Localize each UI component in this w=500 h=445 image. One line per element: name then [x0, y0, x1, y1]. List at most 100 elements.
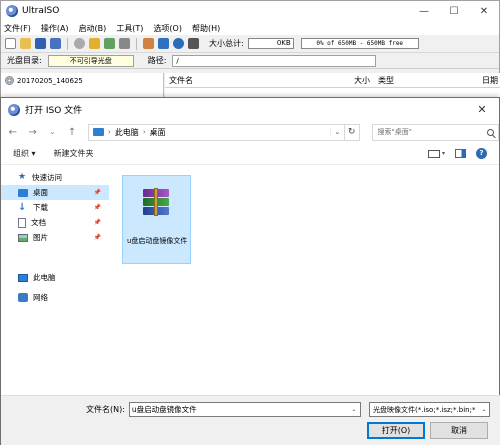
- back-arrow-icon[interactable]: ←: [7, 127, 19, 138]
- chevron-down-icon[interactable]: ▾: [442, 150, 445, 157]
- file-item[interactable]: u盘启动盘镜像文件: [122, 175, 191, 264]
- nav-item-desktop[interactable]: 桌面 📌: [1, 185, 109, 200]
- dialog-title: 打开 ISO 文件: [25, 106, 83, 116]
- ultraiso-logo-icon: [8, 103, 20, 116]
- filetype-select[interactable]: 光盘映像文件(*.iso;*.isz;*.bin;* ⌄: [369, 402, 490, 417]
- cd-directory-bar: 光盘目录: 不可引导光盘 路径: /: [1, 53, 499, 69]
- chevron-down-icon[interactable]: ⌄: [479, 406, 489, 413]
- menu-file[interactable]: 文件(F): [4, 23, 31, 34]
- recent-locations-icon[interactable]: ⌄: [47, 128, 59, 136]
- open-icon[interactable]: [20, 38, 31, 49]
- view-controls: ▾ ?: [427, 148, 499, 159]
- breadcrumb-this-pc[interactable]: 此电脑: [115, 127, 139, 138]
- dialog-title-bar: 打开 ISO 文件 ✕: [1, 98, 499, 121]
- help-icon[interactable]: [173, 38, 184, 49]
- cd-directory-label: 光盘目录:: [7, 56, 42, 65]
- burn-icon[interactable]: [119, 38, 130, 49]
- minimize-icon[interactable]: —: [409, 6, 439, 17]
- chevron-down-icon[interactable]: ⌄: [348, 406, 360, 413]
- close-icon[interactable]: ✕: [465, 103, 499, 116]
- tree-node-root[interactable]: 20170205_140625: [1, 73, 163, 88]
- command-bar: 组织 ▾ 新建文件夹 ▾ ?: [1, 143, 499, 165]
- cd-drive-icon[interactable]: [74, 38, 85, 49]
- search-input[interactable]: 搜索"桌面": [371, 123, 499, 141]
- cancel-button[interactable]: 取消: [430, 422, 488, 439]
- file-list-header: 文件名 大小 类型 日期: [165, 73, 500, 88]
- close-icon[interactable]: ✕: [469, 6, 499, 17]
- new-folder-button[interactable]: 新建文件夹: [54, 148, 94, 159]
- col-date[interactable]: 日期: [478, 75, 498, 86]
- pin-icon[interactable]: 📌: [94, 189, 101, 196]
- menu-help[interactable]: 帮助(H): [192, 23, 220, 34]
- address-bar[interactable]: › 此电脑 › 桌面 ⌄: [88, 123, 345, 141]
- pin-icon[interactable]: 📌: [94, 219, 101, 226]
- window-controls: — ☐ ✕: [409, 6, 499, 17]
- winrar-archive-icon: [143, 188, 169, 216]
- main-toolbar: 大小总计: 0KB 0% of 650MB - 650MB free: [1, 35, 499, 53]
- disc-icon: [5, 76, 14, 85]
- document-icon: [18, 217, 26, 228]
- view-mode-icon[interactable]: [427, 149, 440, 158]
- nav-item-downloads[interactable]: ↓ 下载 📌: [1, 200, 109, 215]
- extract-icon[interactable]: [89, 38, 100, 49]
- compress-icon[interactable]: [104, 38, 115, 49]
- path-field[interactable]: /: [172, 54, 377, 67]
- menu-bar: 文件(F) 操作(A) 启动(B) 工具(T) 选项(O) 帮助(H): [1, 21, 499, 35]
- chevron-down-icon[interactable]: ⌄: [329, 128, 344, 136]
- filename-label: 文件名(N):: [86, 405, 125, 414]
- star-icon: ★: [18, 172, 27, 182]
- new-icon[interactable]: [5, 38, 16, 49]
- filetype-value: 光盘映像文件(*.iso;*.isz;*.bin;*: [373, 405, 476, 414]
- breadcrumb-desktop[interactable]: 桌面: [150, 127, 166, 138]
- file-view: u盘启动盘镜像文件: [111, 166, 499, 391]
- nav-label: 网络: [33, 293, 48, 302]
- menu-tools[interactable]: 工具(T): [116, 23, 143, 34]
- organize-button[interactable]: 组织 ▾: [13, 148, 36, 159]
- pin-icon[interactable]: 📌: [94, 234, 101, 241]
- picture-icon: [18, 233, 28, 242]
- menu-actions[interactable]: 操作(A): [41, 23, 69, 34]
- refresh-icon[interactable]: ↻: [344, 123, 360, 141]
- cd-boot-status[interactable]: 不可引导光盘: [47, 54, 134, 67]
- info-icon[interactable]: [158, 38, 169, 49]
- tree-node-label: 20170205_140625: [17, 76, 83, 85]
- open-button[interactable]: 打开(O): [367, 422, 425, 439]
- nav-label: 桌面: [33, 188, 48, 197]
- col-size[interactable]: 大小: [350, 75, 374, 86]
- network-icon: [18, 293, 28, 302]
- save-as-icon[interactable]: [50, 38, 61, 49]
- menu-options[interactable]: 选项(O): [153, 23, 182, 34]
- exit-icon[interactable]: [188, 38, 199, 49]
- chevron-right-icon: ›: [108, 128, 111, 136]
- app-title: UltraISO: [22, 6, 60, 16]
- navigation-pane: ★ 快速访问 桌面 📌 ↓ 下载 📌 文档 📌 图片 📌 此电脑 网络: [1, 166, 109, 391]
- menu-bootable[interactable]: 启动(B): [79, 23, 107, 34]
- up-arrow-icon[interactable]: ↑: [66, 127, 78, 138]
- forward-arrow-icon[interactable]: →: [27, 127, 39, 138]
- nav-label: 此电脑: [33, 273, 56, 282]
- nav-item-pictures[interactable]: 图片 📌: [1, 230, 109, 245]
- col-filename[interactable]: 文件名: [165, 75, 350, 86]
- nav-item-documents[interactable]: 文档 📌: [1, 215, 109, 230]
- filename-input[interactable]: u盘启动盘镜像文件 ⌄: [128, 402, 361, 417]
- save-icon[interactable]: [35, 38, 46, 49]
- dialog-footer: 文件名(N): u盘启动盘镜像文件 ⌄ 光盘映像文件(*.iso;*.isz;*…: [1, 395, 500, 445]
- nav-label: 快速访问: [32, 173, 62, 182]
- search-placeholder: 搜索"桌面": [377, 128, 412, 136]
- preview-pane-icon[interactable]: [455, 149, 466, 158]
- chevron-right-icon: ›: [142, 128, 146, 136]
- nav-quick-access[interactable]: ★ 快速访问: [1, 170, 109, 185]
- nav-label: 图片: [33, 233, 48, 242]
- search-icon: [486, 128, 494, 136]
- pin-icon[interactable]: 📌: [94, 204, 101, 211]
- mount-icon[interactable]: [143, 38, 154, 49]
- col-type[interactable]: 类型: [374, 75, 478, 86]
- maximize-icon[interactable]: ☐: [439, 6, 469, 17]
- app-title-bar: UltraISO — ☐ ✕: [1, 1, 499, 21]
- toolbar-separator: [67, 37, 68, 50]
- nav-network[interactable]: 网络: [1, 290, 109, 305]
- desktop-icon: [18, 188, 28, 197]
- filename-row: 文件名(N): u盘启动盘镜像文件 ⌄: [86, 402, 361, 417]
- help-icon[interactable]: ?: [476, 148, 487, 159]
- nav-this-pc[interactable]: 此电脑: [1, 270, 109, 285]
